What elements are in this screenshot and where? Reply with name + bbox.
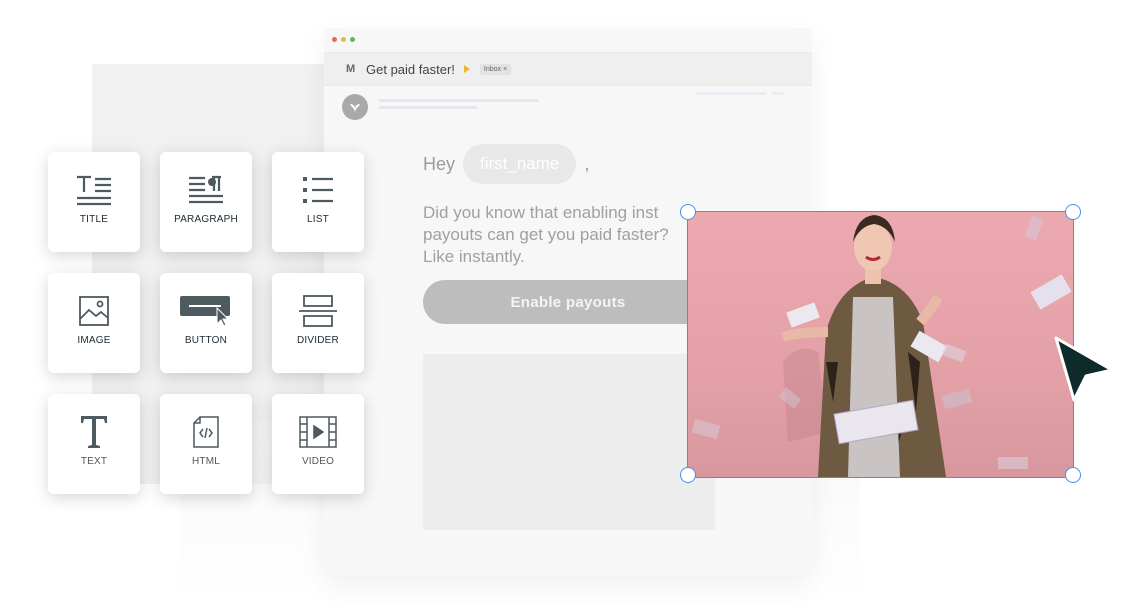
button-icon [180, 296, 230, 327]
importance-marker-icon [463, 65, 470, 73]
block-tile-label: LIST [307, 214, 329, 225]
list-icon [303, 177, 333, 203]
divider-icon [299, 295, 337, 327]
block-tile-title[interactable]: TITLE [48, 152, 140, 252]
greeting-comma: , [584, 153, 590, 174]
block-tile-list[interactable]: LIST [272, 152, 364, 252]
body-line: Like instantly. [423, 247, 525, 266]
block-tile-video[interactable]: VIDEO [272, 394, 364, 494]
block-tile-label: HTML [191, 456, 221, 467]
block-tile-label: TEXT [80, 456, 108, 467]
sender-avatar [342, 94, 368, 120]
window-minimize-dot[interactable] [341, 37, 346, 42]
block-tile-label: BUTTON [184, 335, 228, 346]
leaf-logo-icon [350, 104, 360, 113]
block-tile-html[interactable]: HTML [160, 394, 252, 494]
block-tile-label: PARAGRAPH [174, 214, 238, 225]
block-tile-label: VIDEO [301, 456, 335, 467]
email-subject-bar: M Get paid faster! Inbox × [324, 52, 812, 86]
block-tile-paragraph[interactable]: PARAGRAPH [160, 152, 252, 252]
email-subject: Get paid faster! [366, 61, 455, 77]
woman-with-money-photo [691, 215, 1072, 477]
content-placeholder-block [423, 354, 715, 530]
date-placeholder [696, 92, 766, 95]
enable-payouts-label: Enable payouts [510, 293, 626, 311]
image-icon [79, 296, 109, 326]
gmail-icon: M [346, 63, 356, 75]
date-placeholder-short [772, 92, 784, 95]
paragraph-icon [189, 175, 223, 204]
sender-name-placeholder [379, 99, 539, 102]
greeting-text: Hey [423, 153, 456, 174]
block-tile-divider[interactable]: DIVIDER [272, 273, 364, 373]
sender-email-placeholder [379, 106, 477, 109]
html-file-icon [193, 416, 219, 448]
inbox-label-chip[interactable]: Inbox × [479, 63, 512, 75]
resize-handle-bottom-left[interactable] [680, 467, 696, 483]
window-close-dot[interactable] [332, 37, 337, 42]
greeting-row: Hey first_name , [423, 144, 589, 184]
title-icon [77, 175, 111, 206]
block-tile-image[interactable]: IMAGE [48, 273, 140, 373]
block-tile-button[interactable]: BUTTON [160, 273, 252, 373]
inbox-label-text: Inbox [483, 65, 502, 73]
text-icon [81, 416, 107, 448]
block-tile-label: DIVIDER [297, 335, 339, 346]
email-body-text[interactable]: Did you know that enabling inst payouts … [423, 202, 723, 268]
body-line: payouts can get you paid faster? [423, 225, 669, 244]
resize-handle-top-left[interactable] [680, 204, 696, 220]
resize-handle-top-right[interactable] [1065, 204, 1081, 220]
inbox-label-close[interactable]: × [503, 66, 507, 73]
cursor-arrow-icon [1054, 336, 1114, 402]
video-icon [299, 416, 337, 448]
block-palette: TITLE PARAGRAPH LIST IMAGE BUTTON DIVIDE… [48, 152, 368, 496]
resize-handle-bottom-right[interactable] [1065, 467, 1081, 483]
merge-tag-first-name[interactable]: first_name [463, 144, 577, 184]
selected-image-block[interactable] [687, 211, 1074, 478]
block-tile-label: IMAGE [77, 335, 111, 346]
sender-row [324, 86, 812, 126]
block-tile-label: TITLE [79, 214, 109, 225]
enable-payouts-button[interactable]: Enable payouts [423, 280, 713, 324]
window-maximize-dot[interactable] [350, 37, 355, 42]
body-line: Did you know that enabling inst [423, 203, 659, 222]
block-tile-text[interactable]: TEXT [48, 394, 140, 494]
window-titlebar [324, 28, 812, 52]
